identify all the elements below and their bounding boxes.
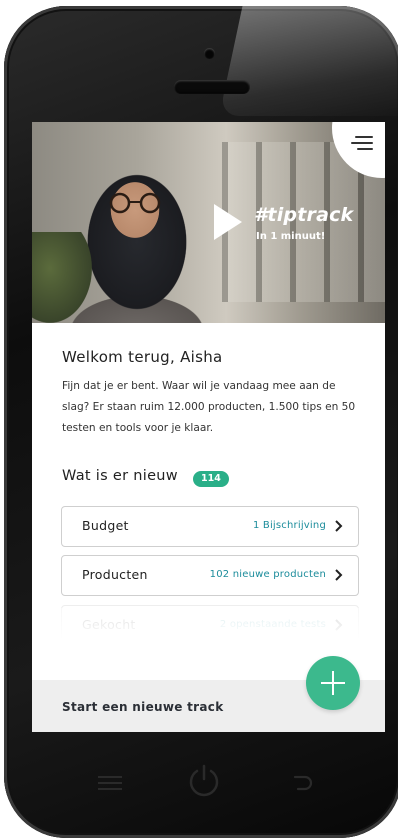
news-row-budget[interactable]: Budget 1 Bijschrijving (61, 506, 359, 547)
news-heading: Wat is er nieuw (62, 468, 178, 484)
plus-icon-vertical (332, 671, 334, 695)
hardware-back-icon[interactable] (290, 774, 314, 792)
welcome-intro: Fijn dat je er bent. Waar wil je vandaag… (62, 380, 356, 434)
chevron-right-icon (335, 569, 343, 581)
chevron-right-icon (335, 619, 343, 631)
news-count-badge: 114 (193, 471, 229, 487)
chevron-right-icon (335, 520, 343, 532)
news-row-label: Gekocht (82, 617, 136, 632)
hero-background-plant (32, 232, 92, 323)
app-screen: #tiptrack In 1 minuut! Welkom terug, Ais… (32, 122, 385, 732)
tiptrack-duration: In 1 minuut! (256, 231, 326, 242)
play-icon[interactable] (214, 204, 242, 240)
tiptrack-brand: #tiptrack (254, 204, 354, 226)
phone-glare (219, 6, 398, 116)
news-row-producten[interactable]: Producten 102 nieuwe producten (61, 555, 359, 596)
hero-video[interactable]: #tiptrack In 1 minuut! (32, 122, 385, 323)
news-row-value: 1 Bijschrijving (252, 520, 326, 531)
news-row-label: Producten (82, 567, 148, 582)
front-camera (204, 48, 215, 59)
hardware-menu-icon[interactable] (98, 774, 122, 792)
add-track-button[interactable] (306, 656, 360, 710)
welcome-title: Welkom terug, Aisha (62, 348, 223, 366)
hero-person-glasses (109, 192, 161, 214)
hamburger-menu-icon[interactable] (351, 134, 373, 152)
earpiece-speaker (174, 80, 250, 94)
start-new-track-label: Start een nieuwe track (62, 700, 224, 714)
news-row-label: Budget (82, 518, 129, 533)
news-row-gekocht[interactable]: Gekocht 2 openstaande tests (61, 605, 359, 646)
news-row-value: 102 nieuwe producten (209, 569, 326, 580)
news-row-value: 2 openstaande tests (219, 619, 326, 630)
hardware-power-icon[interactable] (186, 762, 222, 798)
